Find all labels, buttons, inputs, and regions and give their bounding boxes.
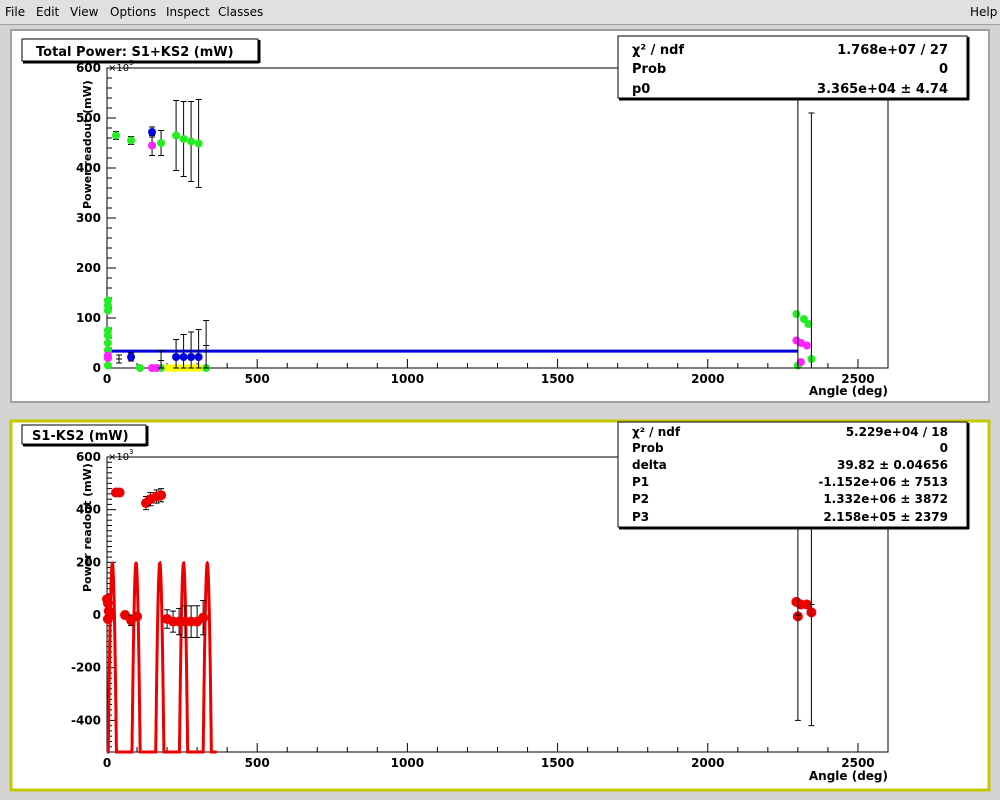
pad-2-ylabel: Power readout (mW) bbox=[81, 463, 94, 592]
stats-label: Prob bbox=[632, 62, 666, 77]
y-tick-label: 200 bbox=[76, 261, 101, 275]
data-point bbox=[127, 136, 136, 145]
data-point bbox=[802, 341, 811, 350]
pad-total-power[interactable]: 0 500 1000 1500 2000 25000100200300400500600 … bbox=[10, 29, 990, 403]
data-point bbox=[179, 353, 188, 361]
stats-value: 39.82 ± 0.04656 bbox=[837, 458, 948, 472]
stats-value: 3.365e+04 ± 4.74 bbox=[817, 82, 948, 97]
x-tick-label: 500 bbox=[245, 372, 270, 386]
x-tick-label: 0 bbox=[103, 756, 111, 770]
data-point bbox=[148, 141, 157, 150]
x-tick-label: 2000 bbox=[691, 372, 724, 386]
data-point bbox=[792, 310, 801, 318]
data-point bbox=[136, 364, 145, 372]
data-point bbox=[112, 131, 121, 140]
stats-value: -1.152e+06 ± 7513 bbox=[818, 475, 948, 489]
data-point bbox=[179, 135, 188, 143]
stats-label: χ² / ndf bbox=[632, 425, 681, 439]
data-point bbox=[103, 306, 112, 315]
y-tick-label: 0 bbox=[93, 361, 101, 375]
y-tick-label: 300 bbox=[76, 211, 101, 225]
stats-label: P2 bbox=[632, 492, 649, 506]
data-point bbox=[103, 331, 112, 340]
y-tick-label: -200 bbox=[71, 661, 101, 675]
x-tick-label: 2500 bbox=[841, 756, 874, 770]
x-tick-label: 1000 bbox=[391, 372, 424, 386]
pad-2-title-box: S1-KS2 (mW) bbox=[21, 424, 149, 447]
plot-canvas[interactable]: 0 500 1000 1500 2000 25000100200300400500600 … bbox=[0, 0, 1000, 800]
x-tick-label: 2000 bbox=[691, 756, 724, 770]
x-tick-label: 1500 bbox=[541, 756, 574, 770]
x-tick-label: 1000 bbox=[391, 756, 424, 770]
pad-1-stats-box: χ² / ndf 1.768e+07 / 27 Prob 0 p0 3.365e… bbox=[617, 35, 970, 101]
data-point bbox=[172, 131, 181, 140]
data-point bbox=[156, 490, 167, 501]
stats-value: 5.229e+04 / 18 bbox=[846, 425, 948, 439]
pad-1-plot-frame bbox=[106, 67, 889, 369]
stats-label: P3 bbox=[632, 510, 649, 524]
svg-text:×10: ×10 bbox=[108, 63, 129, 74]
y-tick-label: -400 bbox=[71, 713, 101, 727]
data-point bbox=[187, 353, 196, 361]
stats-value: 1.768e+07 / 27 bbox=[837, 43, 948, 58]
data-point bbox=[194, 353, 203, 361]
data-point bbox=[103, 354, 112, 362]
data-point bbox=[157, 139, 166, 147]
y-tick-label: 100 bbox=[76, 311, 101, 325]
pad-s1-ks2[interactable]: 0 500 1000 1500 2000 2500-400-2000200400600 S… bbox=[9, 419, 991, 792]
svg-text:×10: ×10 bbox=[108, 452, 129, 463]
y-tick-label: 600 bbox=[76, 450, 101, 464]
pad-1-ylabel: Power readout (mW) bbox=[81, 80, 94, 209]
svg-text:3: 3 bbox=[129, 59, 133, 67]
stats-label: delta bbox=[632, 458, 667, 472]
data-point bbox=[198, 612, 209, 623]
data-point bbox=[103, 339, 112, 347]
data-point bbox=[114, 487, 125, 498]
data-point bbox=[127, 353, 136, 361]
pad-2-xlabel: Angle (deg) bbox=[809, 769, 888, 783]
stats-value: 0 bbox=[940, 441, 948, 455]
pad-2-stats-box: χ² / ndf 5.229e+04 / 18 Prob 0 delta 39.… bbox=[617, 421, 970, 530]
pad-1-title: Total Power: S1+KS2 (mW) bbox=[36, 45, 234, 60]
data-point bbox=[187, 137, 196, 146]
x-tick-label: 0 bbox=[103, 372, 111, 386]
data-point bbox=[132, 611, 143, 622]
data-point bbox=[194, 139, 203, 148]
y-tick-label: 0 bbox=[93, 608, 101, 622]
stats-label: P1 bbox=[632, 475, 649, 489]
stats-label: χ² / ndf bbox=[632, 43, 684, 58]
data-point bbox=[148, 128, 157, 136]
stats-value: 0 bbox=[939, 62, 948, 77]
stats-label: p0 bbox=[632, 82, 650, 97]
x-tick-label: 500 bbox=[245, 756, 270, 770]
pad-2-title: S1-KS2 (mW) bbox=[32, 429, 129, 444]
x-tick-label: 1500 bbox=[541, 372, 574, 386]
svg-text:3: 3 bbox=[129, 448, 133, 456]
pad-1-xlabel: Angle (deg) bbox=[809, 384, 888, 398]
pad-1-title-box: Total Power: S1+KS2 (mW) bbox=[21, 38, 261, 64]
stats-value: 2.158e+05 ± 2379 bbox=[823, 510, 948, 524]
data-point bbox=[103, 361, 112, 370]
data-point bbox=[102, 613, 113, 624]
stats-value: 1.332e+06 ± 3872 bbox=[823, 492, 948, 506]
data-point bbox=[172, 353, 181, 361]
stats-label: Prob bbox=[632, 441, 664, 455]
